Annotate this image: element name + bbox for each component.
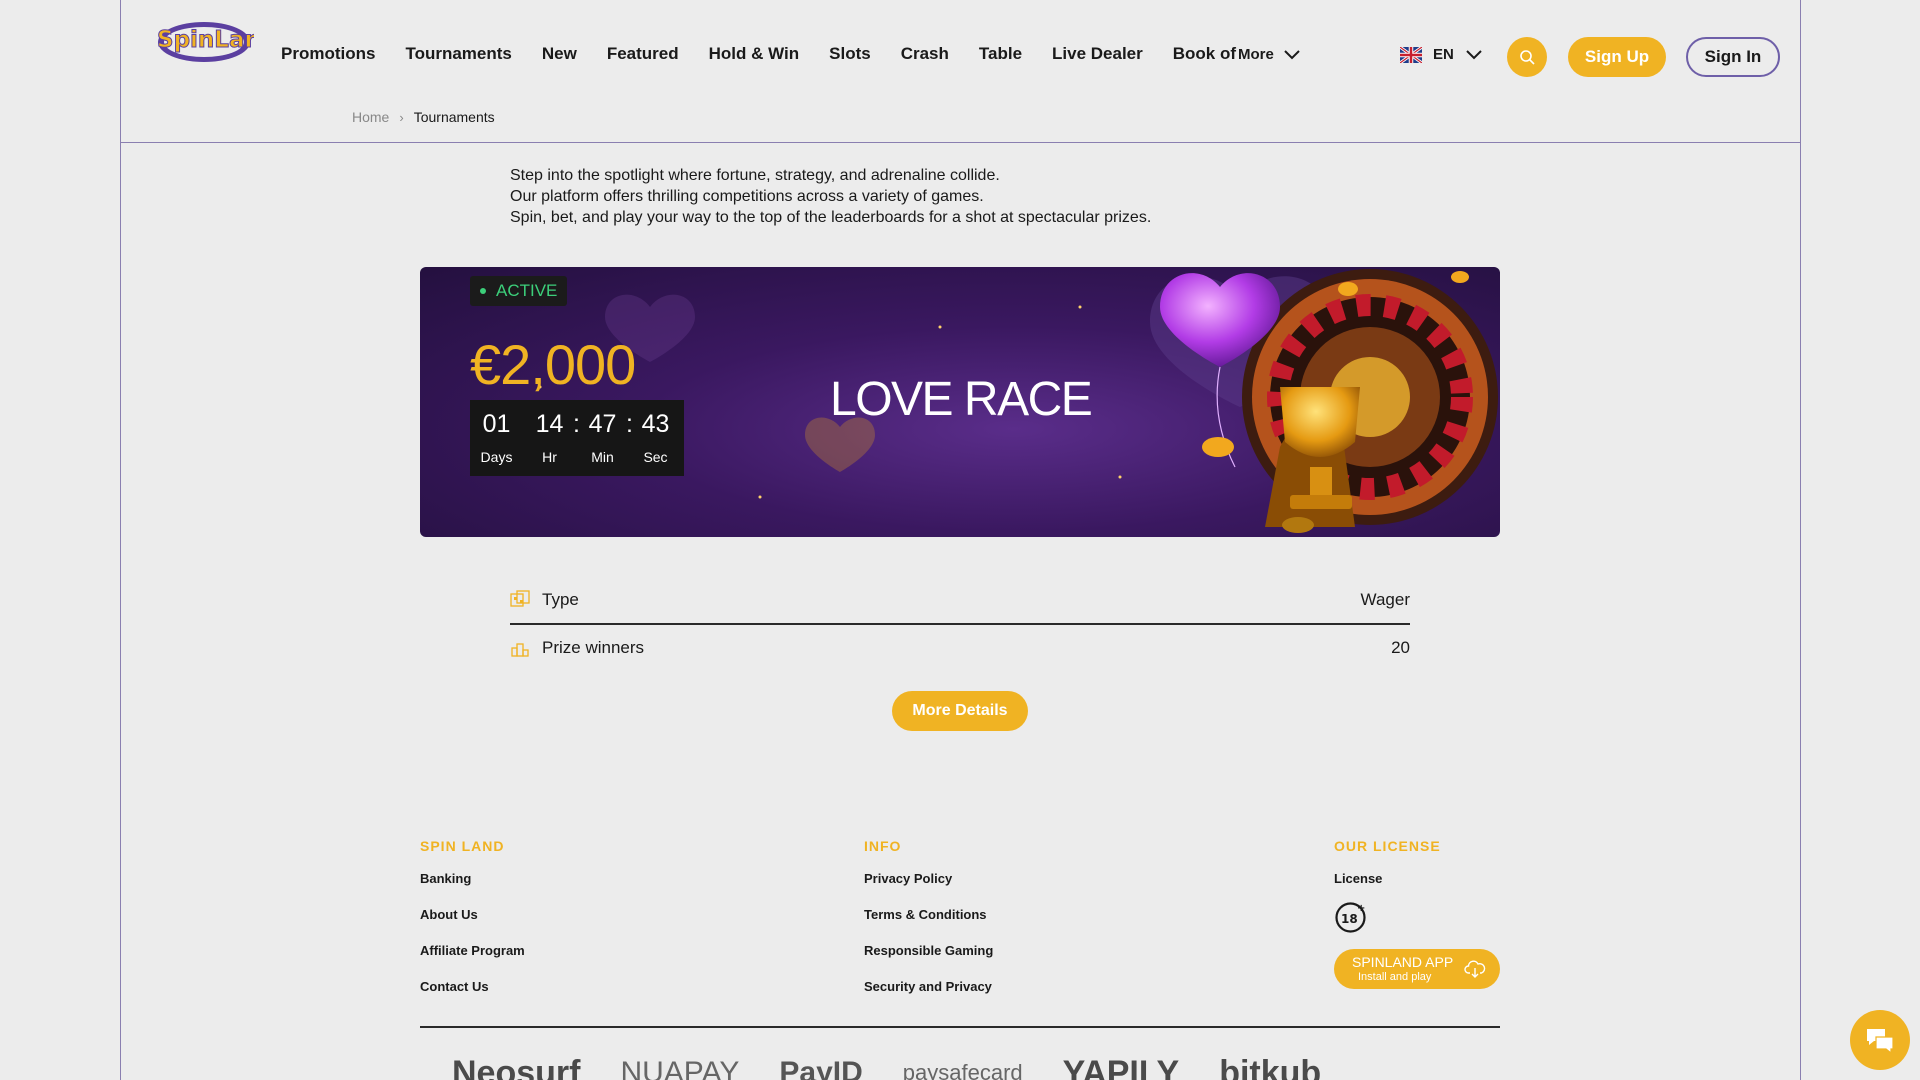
podium-icon <box>511 643 529 657</box>
footer-link-affiliate[interactable]: Affiliate Program <box>420 943 525 979</box>
breadcrumb-home[interactable]: Home <box>352 109 389 125</box>
timer-seconds-value: 43 <box>641 410 670 438</box>
payment-logo-nuapay: NUAPAY <box>620 1058 740 1080</box>
footer-link-contact[interactable]: Contact Us <box>420 979 525 1015</box>
footer-link-responsible[interactable]: Responsible Gaming <box>864 943 993 979</box>
timer-days-value: 01 <box>482 410 511 438</box>
svg-text:18: 18 <box>1341 912 1358 926</box>
footer-heading: INFO <box>864 838 902 854</box>
divider <box>510 623 1410 625</box>
timer-minutes-value: 47 <box>588 410 617 438</box>
breadcrumb: Home › Tournaments <box>352 109 495 125</box>
chevron-down-icon <box>1466 49 1482 59</box>
nav-featured[interactable]: Featured <box>607 44 679 64</box>
footer-divider <box>420 1026 1500 1028</box>
nav-table[interactable]: Table <box>979 44 1022 64</box>
language-label: EN <box>1433 46 1454 63</box>
nav-hold-win[interactable]: Hold & Win <box>709 44 800 64</box>
type-label: Type <box>542 590 579 609</box>
payment-logo-yapily: YAPILY <box>1062 1058 1180 1080</box>
sign-up-button[interactable]: Sign Up <box>1568 37 1666 77</box>
chat-bubble-icon <box>1867 1029 1894 1054</box>
winners-value: 20 <box>1391 638 1410 657</box>
payment-logos: Neosurf NUAPAY PayID paysafecard YAPILY … <box>420 1058 1500 1080</box>
footer-link-privacy[interactable]: Privacy Policy <box>864 871 993 907</box>
status-label: ACTIVE <box>496 281 558 300</box>
payment-logo-payid: PayID <box>779 1058 863 1080</box>
timer-seconds: 43 Sec <box>629 400 682 476</box>
main-nav: Promotions Tournaments New Featured Hold… <box>281 44 1266 64</box>
nav-new[interactable]: New <box>542 44 577 64</box>
uk-flag-icon <box>1400 46 1422 63</box>
timer-hours-value: 14 <box>535 410 564 438</box>
prize-amount: €2,000 <box>470 333 636 396</box>
footer-link-license[interactable]: License <box>1334 871 1500 899</box>
status-badge: ACTIVE <box>470 276 568 306</box>
intro-line: Step into the spotlight where fortune, s… <box>510 167 1000 184</box>
nav-promotions[interactable]: Promotions <box>281 44 375 64</box>
status-dot-icon <box>480 288 486 294</box>
spinland-logo[interactable]: SpinLand <box>154 16 254 66</box>
timer-minutes-label: Min <box>591 449 614 465</box>
breadcrumb-separator-icon: › <box>399 109 404 125</box>
footer-link-banking[interactable]: Banking <box>420 871 525 907</box>
footer-link-about[interactable]: About Us <box>420 907 525 943</box>
footer-heading: OUR LICENSE <box>1334 838 1441 854</box>
language-selector[interactable]: EN <box>1400 46 1482 63</box>
intro-text: Step into the spotlight where fortune, s… <box>510 165 1151 228</box>
timer-hours: 14 Hr : <box>523 400 580 476</box>
tournament-title: LOVE RACE <box>830 373 1093 426</box>
timer-minutes: 47 Min : <box>576 400 633 476</box>
chevron-down-icon <box>1284 49 1300 59</box>
age-18-plus-icon: 18 + <box>1335 902 1366 933</box>
payment-logo-bitkub: bitkub <box>1219 1058 1322 1080</box>
search-button[interactable] <box>1507 37 1547 77</box>
footer-col-info: INFO Privacy Policy Terms & Conditions R… <box>864 838 993 1015</box>
sign-in-button[interactable]: Sign In <box>1686 37 1780 77</box>
live-chat-button[interactable] <box>1850 1010 1910 1070</box>
app-subtitle: Install and play <box>1358 971 1432 983</box>
footer-link-terms[interactable]: Terms & Conditions <box>864 907 993 943</box>
timer-days: 01 Days <box>470 400 523 476</box>
info-row-winners: Prize winners 20 <box>510 636 1410 660</box>
nav-book-of[interactable]: Book of <box>1173 44 1236 64</box>
intro-line: Our platform offers thrilling competitio… <box>510 188 984 205</box>
more-label: More <box>1238 46 1274 63</box>
footer-col-license: OUR LICENSE License 18 + SPINLAND APP In… <box>1334 838 1500 989</box>
payment-logo-paysafecard: paysafecard <box>902 1060 1023 1080</box>
payment-logo-neosurf: Neosurf <box>452 1058 581 1080</box>
site-header: SpinLand Promotions Tournaments New Feat… <box>121 0 1800 143</box>
type-icon <box>510 590 530 607</box>
nav-crash[interactable]: Crash <box>901 44 949 64</box>
svg-text:SpinLand: SpinLand <box>157 27 254 53</box>
nav-slots[interactable]: Slots <box>829 44 871 64</box>
countdown-timer: 01 Days 14 Hr : 47 Min : 43 Sec <box>470 400 684 476</box>
app-title: SPINLAND APP <box>1352 954 1454 970</box>
cloud-download-icon <box>1464 960 1486 978</box>
winners-label: Prize winners <box>542 638 645 657</box>
timer-seconds-label: Sec <box>643 449 668 465</box>
more-menu[interactable]: More <box>1238 46 1300 63</box>
more-details-button[interactable]: More Details <box>892 691 1028 731</box>
footer-col-spin-land: SPIN LAND Banking About Us Affiliate Pro… <box>420 838 525 1015</box>
tournament-banner[interactable]: ACTIVE €2,000 01 Days 14 Hr : 47 Min : 4… <box>420 267 1500 537</box>
nav-live-dealer[interactable]: Live Dealer <box>1052 44 1143 64</box>
breadcrumb-current: Tournaments <box>413 109 495 125</box>
info-row-type: Type Wager <box>510 588 1410 612</box>
app-download-button[interactable]: SPINLAND APP Install and play <box>1334 949 1500 989</box>
timer-days-label: Days <box>480 449 513 465</box>
footer-link-security[interactable]: Security and Privacy <box>864 979 993 1015</box>
intro-line: Spin, bet, and play your way to the top … <box>510 209 1152 226</box>
svg-text:+: + <box>1357 903 1365 914</box>
nav-tournaments[interactable]: Tournaments <box>405 44 511 64</box>
footer-heading: SPIN LAND <box>420 838 505 854</box>
search-icon <box>1520 50 1535 65</box>
type-value: Wager <box>1360 590 1410 609</box>
timer-hours-label: Hr <box>542 449 557 465</box>
